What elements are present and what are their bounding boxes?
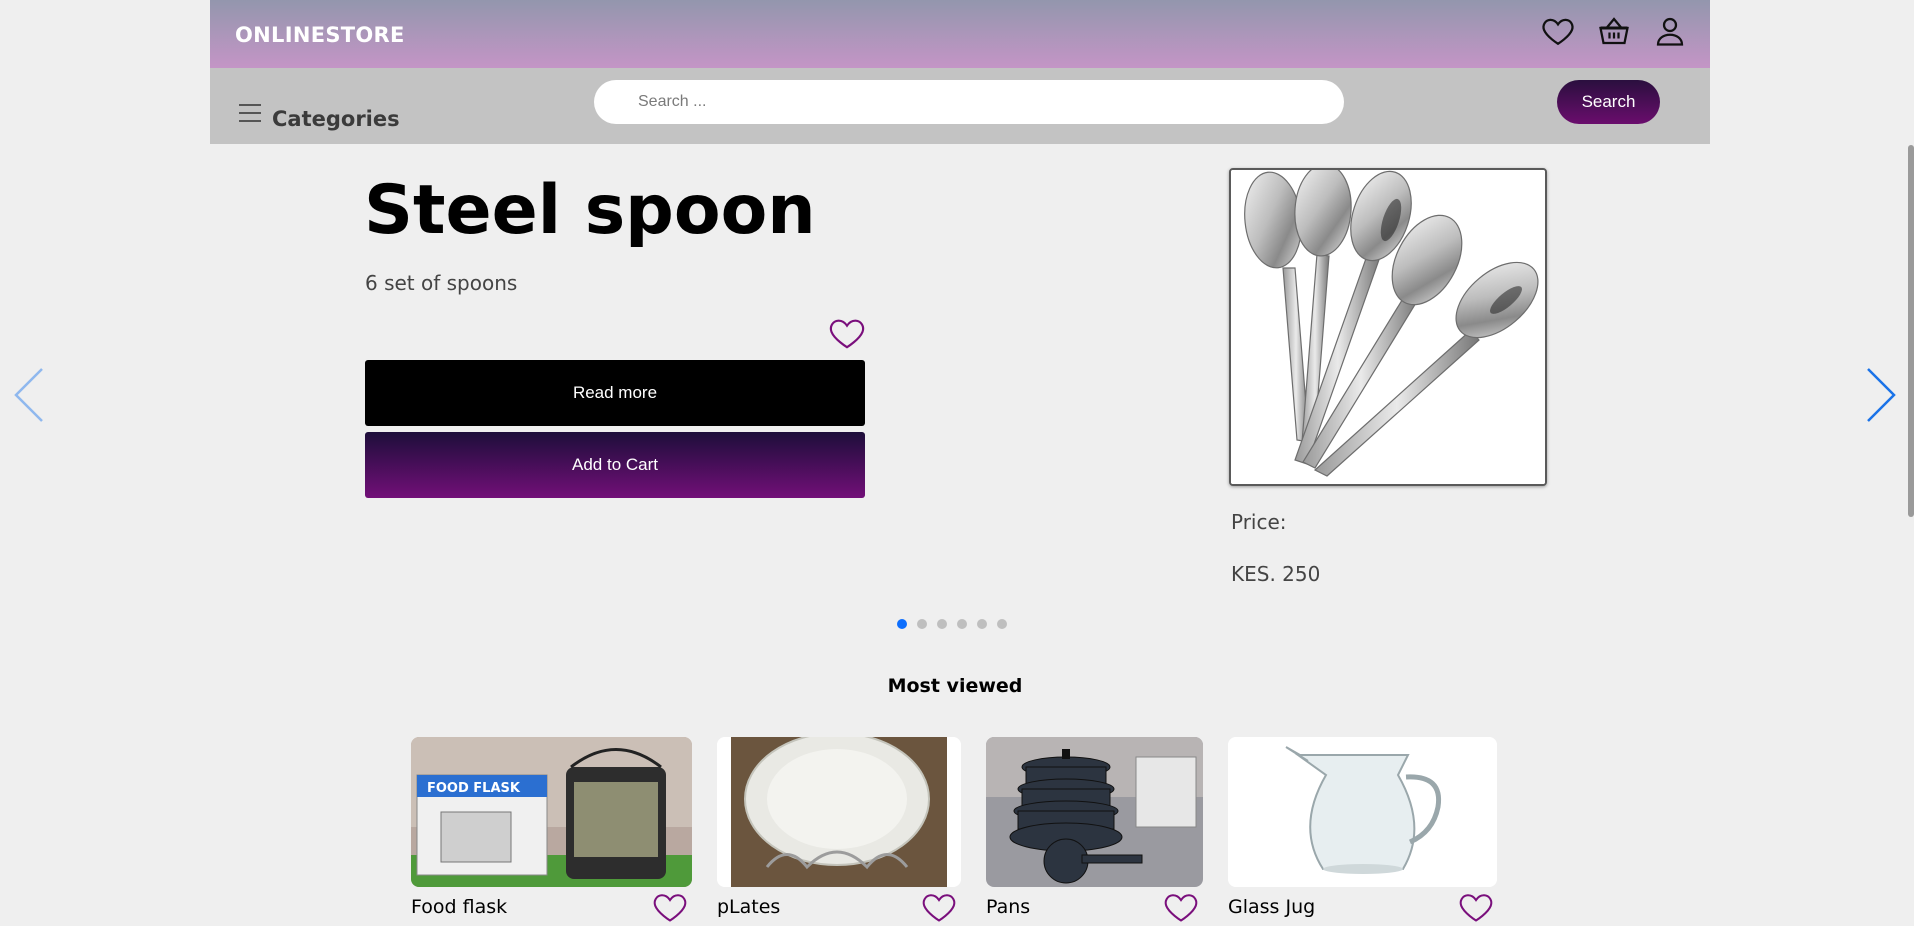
- product-card[interactable]: Glass Jug: [1228, 737, 1497, 922]
- carousel-prev-arrow[interactable]: [12, 365, 48, 425]
- carousel-indicators: [897, 619, 1007, 629]
- search-button[interactable]: Search: [1557, 80, 1660, 124]
- plates-image: [717, 737, 961, 887]
- categories-menu[interactable]: Categories: [238, 95, 400, 131]
- product-thumbnail[interactable]: [986, 737, 1203, 887]
- food-flask-image: FOOD FLASK: [411, 737, 692, 887]
- svg-text:FOOD FLASK: FOOD FLASK: [427, 781, 521, 796]
- carousel-dot-6[interactable]: [997, 619, 1007, 629]
- carousel-dot-3[interactable]: [937, 619, 947, 629]
- price-label: Price:: [1231, 510, 1287, 534]
- nav-bar: Categories Search: [210, 68, 1710, 144]
- glass-jug-image: [1228, 737, 1497, 887]
- categories-label: Categories: [272, 107, 400, 131]
- favorite-heart-icon[interactable]: [1162, 888, 1200, 926]
- price-value: KES. 250: [1231, 562, 1321, 586]
- product-title: Steel spoon: [364, 171, 816, 250]
- product-thumbnail[interactable]: FOOD FLASK: [411, 737, 692, 887]
- product-card[interactable]: Pans: [986, 737, 1203, 922]
- most-viewed-heading: Most viewed: [887, 675, 1023, 697]
- spoons-image: [1231, 170, 1545, 484]
- product-image[interactable]: [1229, 168, 1547, 486]
- pans-image: [986, 737, 1203, 887]
- product-name[interactable]: Glass Jug: [1228, 896, 1315, 918]
- user-icon[interactable]: [1652, 13, 1688, 49]
- product-card[interactable]: FOOD FLASK Food flask: [411, 737, 692, 922]
- heart-icon[interactable]: [1540, 13, 1576, 49]
- add-to-cart-button[interactable]: Add to Cart: [365, 432, 865, 498]
- favorite-heart-icon[interactable]: [651, 888, 689, 926]
- read-more-button[interactable]: Read more: [365, 360, 865, 426]
- product-name[interactable]: Pans: [986, 896, 1030, 918]
- carousel-dot-2[interactable]: [917, 619, 927, 629]
- carousel-dot-1[interactable]: [897, 619, 907, 629]
- scrollbar-thumb[interactable]: [1908, 145, 1914, 517]
- carousel-next-arrow[interactable]: [1862, 365, 1898, 425]
- product-thumbnail[interactable]: [1228, 737, 1497, 887]
- favorite-heart-icon[interactable]: [1457, 888, 1495, 926]
- product-thumbnail[interactable]: [717, 737, 961, 887]
- hamburger-icon[interactable]: [238, 101, 262, 125]
- scrollbar-track[interactable]: [1908, 145, 1914, 919]
- product-subtitle: 6 set of spoons: [365, 271, 518, 295]
- brand-logo[interactable]: ONLINESTORE: [235, 23, 405, 47]
- favorite-heart-icon[interactable]: [920, 888, 958, 926]
- product-name[interactable]: Food flask: [411, 896, 507, 918]
- product-card[interactable]: pLates: [717, 737, 961, 922]
- search-input[interactable]: [594, 80, 1344, 124]
- carousel-dot-5[interactable]: [977, 619, 987, 629]
- top-bar: ONLINESTORE: [210, 0, 1710, 68]
- product-name[interactable]: pLates: [717, 896, 780, 918]
- basket-icon[interactable]: [1596, 13, 1632, 49]
- favorite-heart-icon[interactable]: [827, 313, 867, 353]
- carousel-dot-4[interactable]: [957, 619, 967, 629]
